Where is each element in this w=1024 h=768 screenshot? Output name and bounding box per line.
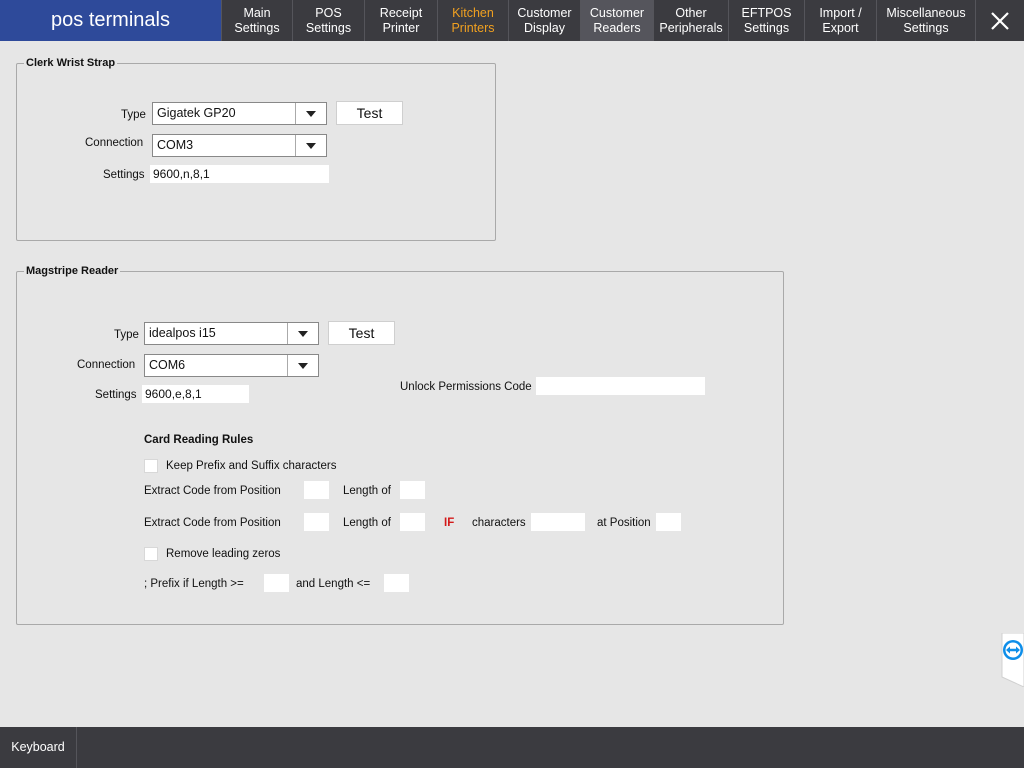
tab-pos-settings[interactable]: POS Settings	[292, 0, 364, 41]
tab-eftpos-settings[interactable]: EFTPOS Settings	[728, 0, 804, 41]
teamviewer-icon	[1001, 632, 1024, 688]
length-of-input-2[interactable]	[400, 513, 425, 531]
magstripe-reader-group: Magstripe Reader	[16, 265, 784, 625]
chevron-down-icon[interactable]	[295, 135, 326, 156]
at-position-label: at Position	[597, 517, 651, 529]
clerk-connection-value: COM3	[157, 138, 194, 152]
remote-support-widget[interactable]	[999, 632, 1024, 688]
bottom-bar	[0, 727, 1024, 768]
magstripe-test-button[interactable]: Test	[328, 321, 395, 345]
magstripe-connection-label: Connection	[77, 359, 136, 371]
magstripe-settings-input[interactable]: 9600,e,8,1	[142, 385, 249, 403]
remove-leading-zeros-checkbox[interactable]	[144, 547, 158, 561]
if-label: IF	[444, 517, 455, 529]
extract-position-input-1[interactable]	[304, 481, 329, 499]
chevron-down-icon[interactable]	[295, 103, 326, 124]
extract-position-input-2[interactable]	[304, 513, 329, 531]
clerk-wrist-strap-title: Clerk Wrist Strap	[26, 57, 116, 69]
tab-receipt-printer[interactable]: Receipt Printer	[364, 0, 437, 41]
magstripe-reader-title: Magstripe Reader	[26, 265, 119, 277]
remove-leading-zeros-label: Remove leading zeros	[166, 548, 281, 560]
length-of-input-1[interactable]	[400, 481, 425, 499]
unlock-permissions-label: Unlock Permissions Code	[400, 381, 532, 393]
prefix-min-length-input[interactable]	[264, 574, 289, 592]
tab-main-settings[interactable]: Main Settings	[221, 0, 292, 41]
tab-other-peripherals[interactable]: Other Peripherals	[653, 0, 728, 41]
tab-import-export[interactable]: Import / Export	[804, 0, 876, 41]
prefix-length-label: ; Prefix if Length >=	[144, 578, 244, 590]
length-of-label-2: Length of	[343, 517, 391, 529]
chevron-down-icon[interactable]	[287, 323, 318, 344]
unlock-permissions-input[interactable]	[536, 377, 705, 395]
clerk-test-button[interactable]: Test	[336, 101, 403, 125]
extract-code-label-1: Extract Code from Position	[144, 485, 281, 497]
clerk-type-select[interactable]: Gigatek GP20	[152, 102, 327, 125]
extract-code-label-2: Extract Code from Position	[144, 517, 281, 529]
close-icon	[991, 11, 1009, 30]
keyboard-button[interactable]: Keyboard	[0, 727, 77, 768]
length-of-label-1: Length of	[343, 485, 391, 497]
clerk-type-value: Gigatek GP20	[157, 106, 236, 120]
app-title: pos terminals	[0, 0, 221, 41]
characters-input[interactable]	[531, 513, 585, 531]
characters-label: characters	[472, 517, 526, 529]
keep-prefix-checkbox[interactable]	[144, 459, 158, 473]
and-length-label: and Length <=	[296, 578, 371, 590]
magstripe-type-label: Type	[114, 329, 139, 341]
clerk-settings-label: Settings	[103, 169, 145, 181]
card-reading-rules-title: Card Reading Rules	[144, 434, 254, 446]
tab-miscellaneous-settings[interactable]: Miscellaneous Settings	[876, 0, 975, 41]
magstripe-type-value: idealpos i15	[149, 326, 216, 340]
clerk-settings-input[interactable]: 9600,n,8,1	[150, 165, 329, 183]
at-position-input[interactable]	[656, 513, 681, 531]
clerk-connection-select[interactable]: COM3	[152, 134, 327, 157]
magstripe-connection-select[interactable]: COM6	[144, 354, 319, 377]
clerk-connection-label: Connection	[85, 137, 144, 149]
magstripe-settings-label: Settings	[95, 389, 137, 401]
chevron-down-icon[interactable]	[287, 355, 318, 376]
magstripe-type-select[interactable]: idealpos i15	[144, 322, 319, 345]
keep-prefix-label: Keep Prefix and Suffix characters	[166, 460, 337, 472]
tab-kitchen-printers[interactable]: Kitchen Printers	[437, 0, 508, 41]
tab-customer-readers[interactable]: Customer Readers	[580, 0, 653, 41]
prefix-max-length-input[interactable]	[384, 574, 409, 592]
magstripe-connection-value: COM6	[149, 358, 186, 372]
tab-customer-display[interactable]: Customer Display	[508, 0, 580, 41]
close-button[interactable]	[975, 0, 1024, 41]
clerk-type-label: Type	[121, 109, 146, 121]
